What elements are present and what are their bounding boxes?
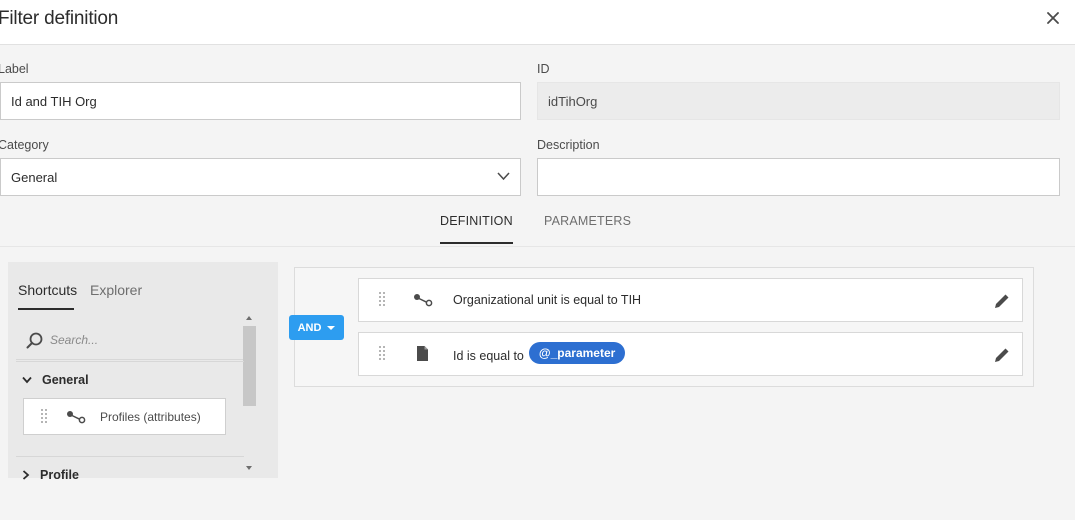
- link-nodes-icon: [414, 294, 433, 307]
- search-icon: [26, 332, 43, 349]
- group-general-label: General: [42, 373, 89, 387]
- label-input-value: Id and TIH Org: [11, 93, 97, 109]
- drag-handle-icon: [41, 409, 47, 423]
- rule-text: Organizational unit is equal to TIH: [453, 293, 641, 307]
- group-profile-toggle[interactable]: Profile: [22, 468, 79, 482]
- palette-search[interactable]: Search...: [16, 320, 244, 360]
- pencil-edit-icon[interactable]: [992, 291, 1012, 311]
- rule-label: Organizational unit is equal to TIH: [453, 293, 642, 307]
- scroll-thumb[interactable]: [243, 326, 256, 406]
- link-nodes-icon: [67, 411, 86, 424]
- category-caption: Category: [0, 138, 49, 152]
- group-general-toggle[interactable]: General: [22, 373, 89, 387]
- palette-item-label: Profiles (attributes): [100, 410, 201, 424]
- scroll-up-arrow-icon[interactable]: [246, 316, 252, 320]
- definition-tabs: DEFINITION PARAMETERS: [0, 200, 1075, 246]
- divider: [16, 456, 244, 457]
- description-input[interactable]: [537, 158, 1060, 196]
- pencil-edit-icon[interactable]: [992, 345, 1012, 365]
- filter-properties-form: Label Id and TIH Org ID idTihOrg Categor…: [0, 45, 1075, 247]
- palette-tab-explorer[interactable]: Explorer: [90, 282, 142, 298]
- category-select[interactable]: General: [0, 158, 521, 196]
- rule-label: Id is equal to: [453, 348, 524, 363]
- rule-text: Id is equal to @_parameter: [453, 342, 626, 364]
- drag-handle-icon: [379, 346, 385, 360]
- parameter-pill[interactable]: @_parameter: [528, 342, 626, 364]
- filter-rule-org-unit[interactable]: Organizational unit is equal to TIH: [358, 278, 1023, 322]
- id-field-value: idTihOrg: [548, 93, 598, 109]
- tab-parameters[interactable]: PARAMETERS: [544, 214, 631, 242]
- palette-tab-shortcuts[interactable]: Shortcuts: [18, 282, 77, 298]
- close-button[interactable]: [1044, 9, 1062, 27]
- chevron-down-icon: [22, 376, 32, 384]
- chevron-right-icon: [22, 470, 30, 480]
- operator-label: AND: [297, 321, 322, 334]
- scroll-down-arrow-icon[interactable]: [246, 466, 252, 470]
- shortcuts-palette: Shortcuts Explorer Search... General Pro…: [8, 262, 278, 482]
- id-caption: ID: [537, 62, 550, 76]
- palette-item-profiles[interactable]: Profiles (attributes): [23, 398, 226, 435]
- dialog-title: Filter definition: [0, 8, 119, 29]
- search-placeholder: Search...: [50, 333, 99, 347]
- active-tab-underline: [18, 308, 74, 310]
- document-icon: [417, 346, 428, 361]
- close-icon: [1047, 12, 1059, 24]
- id-field: idTihOrg: [537, 82, 1060, 120]
- label-input[interactable]: Id and TIH Org: [0, 82, 521, 120]
- and-operator-button[interactable]: AND: [289, 315, 344, 340]
- tab-definition[interactable]: DEFINITION: [440, 214, 513, 244]
- divider: [16, 361, 244, 362]
- chevron-down-icon: [497, 172, 510, 181]
- palette-scrollbar[interactable]: [243, 314, 257, 478]
- label-caption: Label: [0, 62, 29, 76]
- dialog-header: Filter definition: [0, 0, 1075, 45]
- description-caption: Description: [537, 138, 600, 152]
- category-select-value: General: [11, 169, 58, 185]
- caret-down-icon: [327, 325, 336, 330]
- filter-rule-id[interactable]: Id is equal to @_parameter: [358, 332, 1023, 376]
- group-profile-label: Profile: [40, 468, 79, 482]
- drag-handle-icon: [379, 292, 385, 306]
